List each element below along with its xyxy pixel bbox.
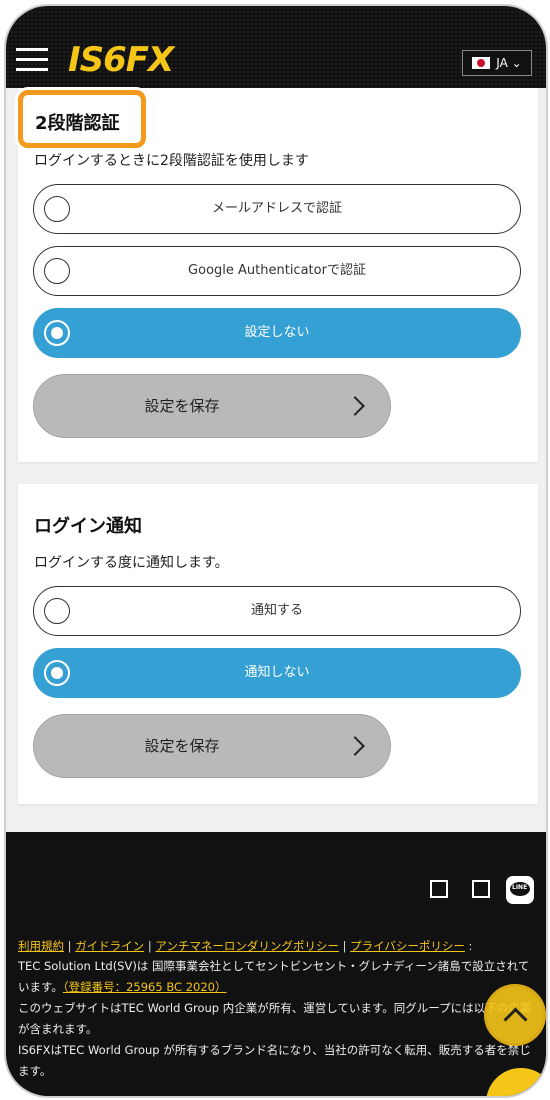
- option-no-auth[interactable]: 設定しない: [33, 308, 521, 358]
- option-label: メールアドレスで認証: [211, 201, 342, 216]
- privacy-policy-link[interactable]: プライバシーポリシー: [350, 939, 465, 953]
- guideline-link[interactable]: ガイドライン: [75, 939, 144, 953]
- option-email-auth[interactable]: メールアドレスで認証: [33, 184, 521, 234]
- option-notify-off[interactable]: 通知しない: [33, 648, 521, 698]
- social-icon-2[interactable]: [472, 880, 490, 898]
- option-label: 通知しない: [244, 665, 310, 680]
- japan-flag-icon: [472, 57, 491, 69]
- top-header: IS6FX JA ⌄: [6, 6, 546, 88]
- company-info-text: TEC Solution Ltd(SV)は 国際事業会社としてセントビンセント・…: [18, 956, 538, 998]
- company-info-3: IS6FXはTEC World Group が所有するブランド名になり、当社の許…: [18, 1043, 531, 1078]
- option-google-auth[interactable]: Google Authenticatorで認証: [33, 246, 521, 296]
- registration-number-link[interactable]: （登録番号：25965 BC 2020）: [63, 980, 227, 994]
- login-notification-title: ログイン通知: [34, 516, 142, 537]
- save-login-notification-button[interactable]: 設定を保存: [33, 714, 391, 778]
- two-factor-description: ログインするときに2段階認証を使用します: [34, 153, 309, 169]
- social-icon-1[interactable]: [430, 880, 448, 898]
- phone-frame: IS6FX JA ⌄ ログインするときに2段階認証を使用します メールアドレスで…: [4, 4, 548, 1098]
- scroll-to-top-button[interactable]: [484, 984, 546, 1046]
- login-notification-description: ログインする度に通知します。: [34, 555, 229, 571]
- line-icon-label: LINE: [512, 884, 528, 891]
- terms-link[interactable]: 利用規約: [18, 939, 64, 953]
- language-selector[interactable]: JA ⌄: [462, 50, 532, 76]
- footer: LINE 利用規約 | ガイドライン | アンチマネーロンダリングポリシー | …: [6, 832, 546, 1096]
- chevron-right-icon: [345, 396, 365, 416]
- footer-links: 利用規約 | ガイドライン | アンチマネーロンダリングポリシー | プライバシ…: [18, 939, 473, 953]
- line-icon[interactable]: LINE: [506, 876, 534, 904]
- option-notify-on[interactable]: 通知する: [33, 586, 521, 636]
- language-label: JA ⌄: [496, 56, 522, 70]
- save-two-factor-button[interactable]: 設定を保存: [33, 374, 391, 438]
- hamburger-menu-icon[interactable]: [16, 48, 48, 72]
- save-button-label: 設定を保存: [144, 397, 220, 415]
- chevron-right-icon: [345, 736, 365, 756]
- option-label: 設定しない: [244, 325, 310, 340]
- brand-logo[interactable]: IS6FX: [68, 40, 174, 80]
- callout-title: 2段階認証: [35, 113, 120, 134]
- option-label: Google Authenticatorで認証: [188, 263, 366, 278]
- company-info-2: このウェブサイトはTEC World Group 内企業が所有、運営しています。…: [18, 1001, 532, 1036]
- save-button-label: 設定を保存: [144, 737, 220, 755]
- login-notification-card: ログイン通知 ログインする度に通知します。 通知する 通知しない 設定を保存: [18, 484, 538, 804]
- aml-policy-link[interactable]: アンチマネーロンダリングポリシー: [155, 939, 339, 953]
- option-label: 通知する: [250, 603, 303, 618]
- highlight-callout: 2段階認証: [18, 90, 146, 148]
